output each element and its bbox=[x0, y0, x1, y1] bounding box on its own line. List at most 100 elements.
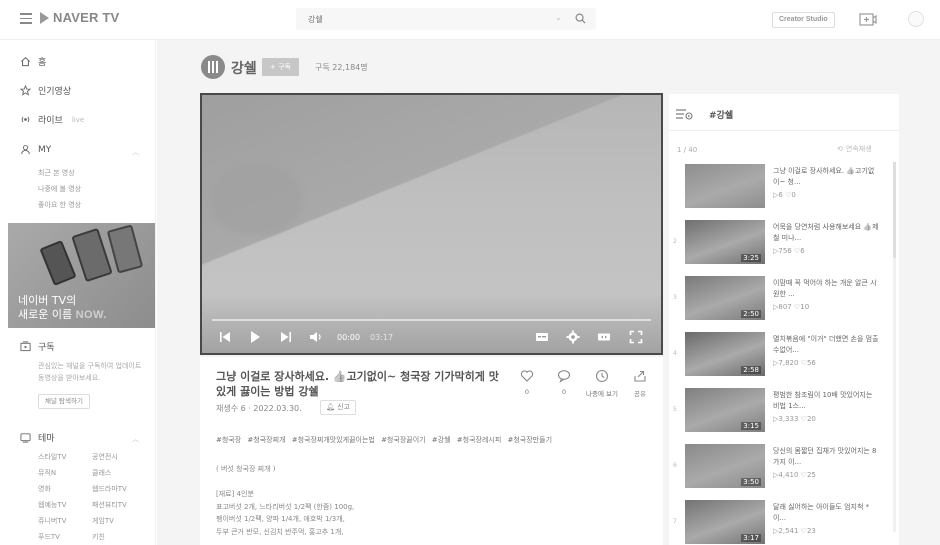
theme-item[interactable]: 뮤직N bbox=[38, 468, 92, 479]
current-time: 00:00 bbox=[337, 333, 361, 342]
playlist-item[interactable]: 5 3:15 평범한 참조림이 10배 맛있어지는 비법 1스... ▷3,333 ♡… bbox=[669, 388, 889, 438]
sidebar-sub-liked[interactable]: 좋아요 한 영상 bbox=[38, 200, 81, 210]
sidebar-sub-recent[interactable]: 최근 본 영상 bbox=[38, 168, 75, 178]
like-button[interactable]: 0 bbox=[512, 369, 542, 396]
subscribe-button[interactable]: + 구독 bbox=[262, 58, 299, 76]
video-player[interactable]: 00:00 03:17 bbox=[200, 93, 663, 355]
autoplay-toggle[interactable]: ⟲ 연속재생 bbox=[837, 144, 872, 154]
theme-item[interactable]: 패션뷰티TV bbox=[92, 500, 146, 511]
like-count: 25 bbox=[806, 471, 816, 479]
playlist-thumbnail[interactable]: 3:15 bbox=[685, 388, 765, 432]
volume-icon[interactable] bbox=[309, 330, 323, 344]
sidebar-item-label: 라이브 bbox=[38, 116, 63, 126]
playlist-item-number: 5 bbox=[673, 406, 677, 413]
playlist-item-info: 달래 싫어하는 아이들도 엄지척 *이... ▷2,541 ♡23 bbox=[773, 502, 879, 535]
heart-icon bbox=[520, 370, 534, 382]
search-dropdown-icon[interactable]: ⌄ bbox=[555, 13, 562, 22]
now-banner[interactable]: 네이버 TV의 새로운 이름 NOW. bbox=[8, 223, 155, 328]
previous-icon[interactable] bbox=[218, 330, 232, 344]
like-count: 6 bbox=[800, 247, 805, 255]
theme-item[interactable]: 스타일TV bbox=[38, 452, 92, 463]
playlist-item[interactable]: 2 3:25 어묵을 당연처럼 사용해보세요 👍제철 미나... ▷756 ♡6 bbox=[669, 220, 889, 270]
progress-bar[interactable] bbox=[212, 319, 651, 321]
subtitles-icon[interactable] bbox=[535, 330, 549, 344]
theme-item[interactable]: 웹예능TV bbox=[38, 500, 92, 511]
search-icon[interactable] bbox=[575, 13, 586, 24]
creator-studio-button[interactable]: Creator Studio bbox=[772, 12, 835, 28]
theme-item[interactable]: 푸드TV bbox=[38, 532, 92, 543]
playlist-item[interactable]: 그냥 이걸로 장사하세요. 👍고기없이~ 청... ▷6 ♡0 bbox=[669, 164, 889, 214]
comment-button[interactable]: 0 bbox=[549, 369, 579, 396]
playlist-thumbnail[interactable] bbox=[685, 164, 765, 208]
settings-gear-icon[interactable] bbox=[566, 330, 580, 344]
user-avatar[interactable] bbox=[908, 11, 924, 27]
playlist-item-info: 이맘때 꼭 먹어야 하는 개운 알큰 시원한 ... ▷807 ♡10 bbox=[773, 278, 879, 311]
fullscreen-icon[interactable] bbox=[629, 330, 643, 344]
next-icon[interactable] bbox=[279, 330, 293, 344]
sidebar-item-label: 구독 bbox=[38, 343, 55, 353]
sidebar-item-popular[interactable]: 인기영상 bbox=[20, 84, 71, 97]
report-button[interactable]: 🔔︎ 신고 bbox=[320, 400, 357, 415]
like-count: 20 bbox=[806, 415, 816, 423]
playlist-thumbnail[interactable]: 3:50 bbox=[685, 444, 765, 488]
theme-item[interactable]: 웹드라마TV bbox=[92, 484, 146, 495]
playlist-item[interactable]: 4 2:58 멸치볶음에 "이거" 더했면 손을 멈출수없어... ▷7,820 ♡5… bbox=[669, 332, 889, 382]
playlist-thumbnail[interactable]: 2:50 bbox=[685, 276, 765, 320]
playlist-item-stats: ▷4,410 ♡25 bbox=[773, 471, 879, 479]
logo[interactable]: NAVER TV bbox=[40, 10, 119, 25]
hashtag-list[interactable]: #청국장 #청국장찌개 #청국장찌개맛있게끓이는법 #청국장끓이기 #강쉘 #청… bbox=[216, 435, 552, 445]
sidebar-item-my[interactable]: MY bbox=[20, 144, 51, 155]
playlist-thumbnail[interactable]: 3:17 bbox=[685, 500, 765, 544]
view-count: 7,820 bbox=[778, 359, 799, 367]
theme-item[interactable]: 키친 bbox=[92, 532, 146, 543]
playlist-item-number: 7 bbox=[673, 518, 677, 525]
share-button[interactable]: 공유 bbox=[625, 369, 655, 398]
playlist-item-title[interactable]: 평범한 참조림이 10배 맛있어지는 비법 1스... bbox=[773, 390, 879, 412]
sidebar-item-home[interactable]: 홈 bbox=[20, 55, 46, 68]
comment-icon bbox=[557, 370, 571, 383]
playlist-item[interactable]: 7 3:17 달래 싫어하는 아이들도 엄지척 *이... ▷2,541 ♡23 bbox=[669, 500, 889, 545]
subscriber-count: 구독 22,184명 bbox=[315, 63, 368, 72]
playlist-thumbnail[interactable]: 2:58 bbox=[685, 332, 765, 376]
explore-channels-button[interactable]: 채널 탐색하기 bbox=[38, 394, 90, 409]
playlist-thumbnail[interactable]: 3:25 bbox=[685, 220, 765, 264]
share-icon bbox=[634, 370, 646, 382]
playlist-item-title[interactable]: 이맘때 꼭 먹어야 하는 개운 알큰 시원한 ... bbox=[773, 278, 879, 300]
theme-item[interactable]: 쥬니버TV bbox=[38, 516, 92, 527]
share-label: 공유 bbox=[634, 390, 646, 398]
theme-item[interactable]: 영화 bbox=[38, 484, 92, 495]
view-count: 6 bbox=[778, 191, 783, 199]
sidebar-item-live[interactable]: 라이브 live bbox=[20, 113, 84, 126]
chevron-up-icon[interactable]: ︿ bbox=[132, 147, 139, 157]
theater-mode-icon[interactable] bbox=[597, 330, 611, 344]
sidebar-item-theme[interactable]: 테마 bbox=[20, 431, 55, 444]
theme-item[interactable]: 공연전시 bbox=[92, 452, 146, 463]
desc-line bbox=[216, 476, 636, 489]
report-label: 신고 bbox=[337, 403, 351, 411]
like-count: 10 bbox=[800, 303, 810, 311]
playlist-item-title[interactable]: 당신의 몸짧던 집채가 맛있어지는 8가지 이... bbox=[773, 446, 879, 468]
menu-icon[interactable] bbox=[20, 13, 32, 24]
chevron-up-icon[interactable]: ︿ bbox=[132, 434, 139, 444]
playlist-item[interactable]: 6 3:50 당신의 몸짧던 집채가 맛있어지는 8가지 이... ▷4,410 ♡2… bbox=[669, 444, 889, 494]
playlist-item-number: 6 bbox=[673, 462, 677, 469]
channel-name[interactable]: 강쉘 bbox=[231, 58, 257, 78]
channel-avatar[interactable] bbox=[201, 55, 225, 79]
watch-later-button[interactable]: 나중에 보기 bbox=[586, 369, 618, 398]
scrollbar-thumb[interactable] bbox=[893, 162, 896, 258]
play-icon[interactable] bbox=[248, 330, 262, 344]
playlist-item-title[interactable]: 그냥 이걸로 장사하세요. 👍고기없이~ 청... bbox=[773, 166, 879, 188]
playlist-scrollbar[interactable] bbox=[893, 162, 896, 532]
sidebar-item-subscribe[interactable]: 구독 bbox=[20, 340, 55, 353]
sidebar-sub-later[interactable]: 나중에 볼 영상 bbox=[38, 184, 81, 194]
playlist-item-title[interactable]: 어묵을 당연처럼 사용해보세요 👍제철 미나... bbox=[773, 222, 879, 244]
comment-count: 0 bbox=[561, 388, 567, 396]
theme-item[interactable]: 클래스 bbox=[92, 468, 146, 479]
theme-item[interactable]: 게임TV bbox=[92, 516, 146, 527]
playlist-item-title[interactable]: 달래 싫어하는 아이들도 엄지척 *이... bbox=[773, 502, 879, 524]
upload-video-icon[interactable] bbox=[859, 12, 877, 26]
playlist-item[interactable]: 3 2:50 이맘때 꼭 먹어야 하는 개운 알큰 시원한 ... ▷807 ♡10 bbox=[669, 276, 889, 326]
total-time: 03:17 bbox=[370, 333, 394, 342]
playlist-item-title[interactable]: 멸치볶음에 "이거" 더했면 손을 멈출수없어... bbox=[773, 334, 879, 356]
search-input[interactable] bbox=[308, 12, 548, 26]
